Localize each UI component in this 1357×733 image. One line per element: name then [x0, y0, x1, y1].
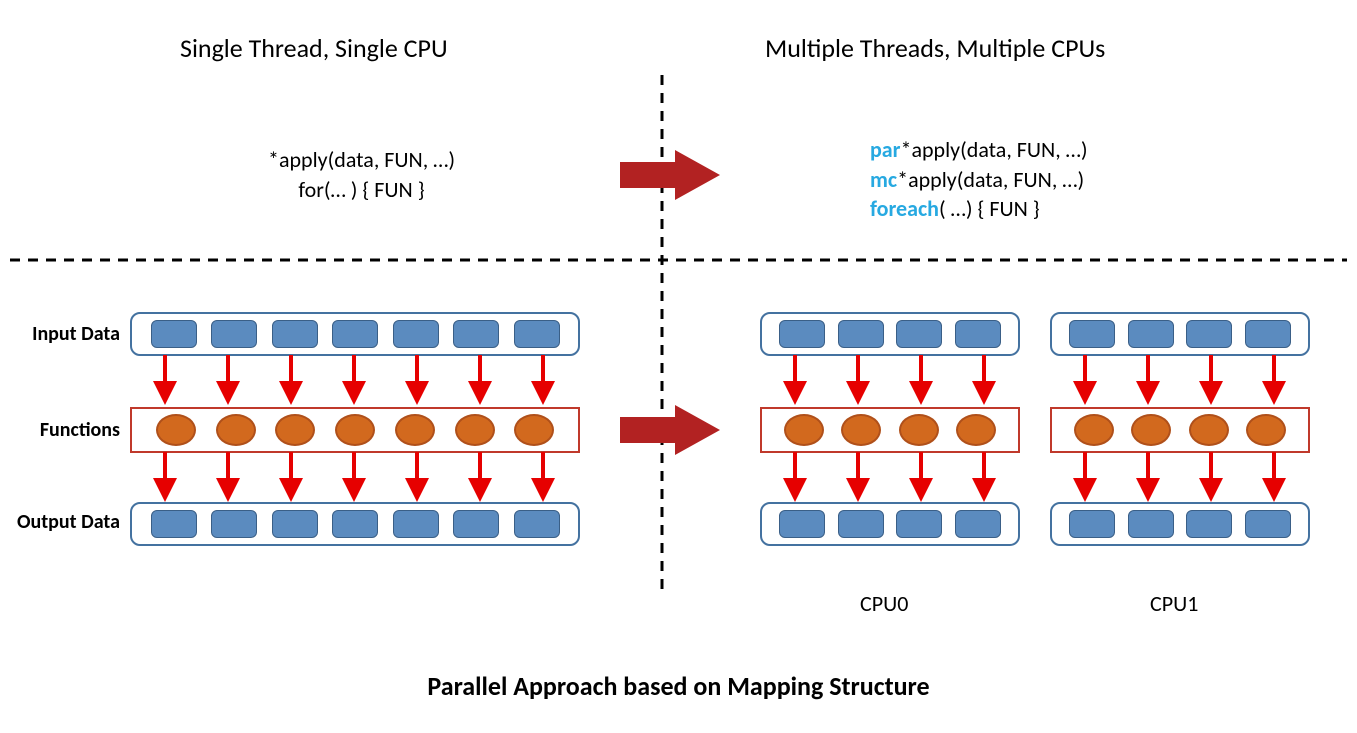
code-single: *apply(data, FUN, …) for(… ) { FUN } — [268, 145, 455, 204]
output-data-container-cpu0 — [760, 502, 1020, 546]
heading-single: Single Thread, Single CPU — [180, 32, 448, 64]
functions-container-cpu1 — [1050, 407, 1310, 453]
code-line: mc*apply(data, FUN, …) — [870, 165, 1088, 195]
data-cell — [514, 320, 560, 348]
output-data-container-cpu1 — [1050, 502, 1310, 546]
function-node — [335, 414, 375, 446]
function-node — [514, 414, 554, 446]
code-line: par*apply(data, FUN, …) — [870, 135, 1088, 165]
arrow-icon — [620, 405, 720, 455]
function-node — [956, 414, 996, 446]
code-rest: *apply(data, FUN, …) — [897, 166, 1084, 193]
function-node — [156, 414, 196, 446]
data-cell — [211, 320, 257, 348]
input-data-container-cpu0 — [760, 312, 1020, 356]
data-cell — [151, 320, 197, 348]
input-data-container-cpu1 — [1050, 312, 1310, 356]
data-cell — [779, 510, 825, 538]
function-node — [1189, 414, 1229, 446]
keyword-mc: mc — [870, 166, 897, 193]
data-cell — [514, 510, 560, 538]
data-cell — [272, 320, 318, 348]
data-cell — [1128, 320, 1174, 348]
code-parallel: par*apply(data, FUN, …) mc*apply(data, F… — [870, 135, 1088, 224]
data-cell — [1245, 510, 1291, 538]
flow-arrows-cpu0-top — [760, 355, 1020, 410]
input-data-container-left — [130, 312, 580, 356]
data-cell — [896, 510, 942, 538]
label-functions: Functions — [10, 418, 120, 442]
code-line: foreach( …) { FUN } — [870, 194, 1088, 224]
function-node — [841, 414, 881, 446]
function-node — [1246, 414, 1286, 446]
heading-multiple: Multiple Threads, Multiple CPUs — [765, 32, 1105, 64]
code-line: *apply(data, FUN, …) — [268, 145, 455, 175]
flow-arrows-cpu1-bottom — [1050, 452, 1310, 507]
data-cell — [1069, 510, 1115, 538]
keyword-par: par — [870, 136, 901, 163]
data-cell — [272, 510, 318, 538]
code-rest: *apply(data, FUN, …) — [901, 136, 1088, 163]
data-cell — [453, 320, 499, 348]
data-cell — [393, 510, 439, 538]
flow-arrows-cpu1-top — [1050, 355, 1310, 410]
data-cell — [896, 320, 942, 348]
data-cell — [332, 320, 378, 348]
data-cell — [1186, 320, 1232, 348]
flow-arrows-cpu0-bottom — [760, 452, 1020, 507]
data-cell — [453, 510, 499, 538]
label-cpu1: CPU1 — [1150, 590, 1198, 617]
data-cell — [838, 320, 884, 348]
flow-arrows-left-bottom — [130, 452, 580, 507]
data-cell — [1186, 510, 1232, 538]
data-cell — [151, 510, 197, 538]
diagram-title: Parallel Approach based on Mapping Struc… — [0, 670, 1357, 702]
data-cell — [393, 320, 439, 348]
data-cell — [1128, 510, 1174, 538]
data-cell — [332, 510, 378, 538]
arrow-icon — [620, 150, 720, 200]
data-cell — [955, 510, 1001, 538]
output-data-container-left — [130, 502, 580, 546]
data-cell — [1245, 320, 1291, 348]
function-node — [216, 414, 256, 446]
data-cell — [1069, 320, 1115, 348]
functions-container-left — [130, 407, 580, 453]
label-output: Output Data — [10, 510, 120, 534]
label-cpu0: CPU0 — [860, 590, 908, 617]
function-node — [784, 414, 824, 446]
label-input: Input Data — [10, 322, 120, 346]
function-node — [1131, 414, 1171, 446]
data-cell — [838, 510, 884, 538]
big-arrow-top — [620, 150, 720, 200]
function-node — [395, 414, 435, 446]
big-arrow-bottom — [620, 405, 720, 455]
code-rest: ( …) { FUN } — [939, 195, 1040, 222]
keyword-foreach: foreach — [870, 195, 939, 222]
function-node — [275, 414, 315, 446]
function-node — [455, 414, 495, 446]
function-node — [899, 414, 939, 446]
data-cell — [779, 320, 825, 348]
flow-arrows-left-top — [130, 355, 580, 410]
data-cell — [211, 510, 257, 538]
data-cell — [955, 320, 1001, 348]
divider-horizontal — [10, 258, 1347, 262]
code-line: for(… ) { FUN } — [268, 175, 455, 205]
function-node — [1074, 414, 1114, 446]
functions-container-cpu0 — [760, 407, 1020, 453]
